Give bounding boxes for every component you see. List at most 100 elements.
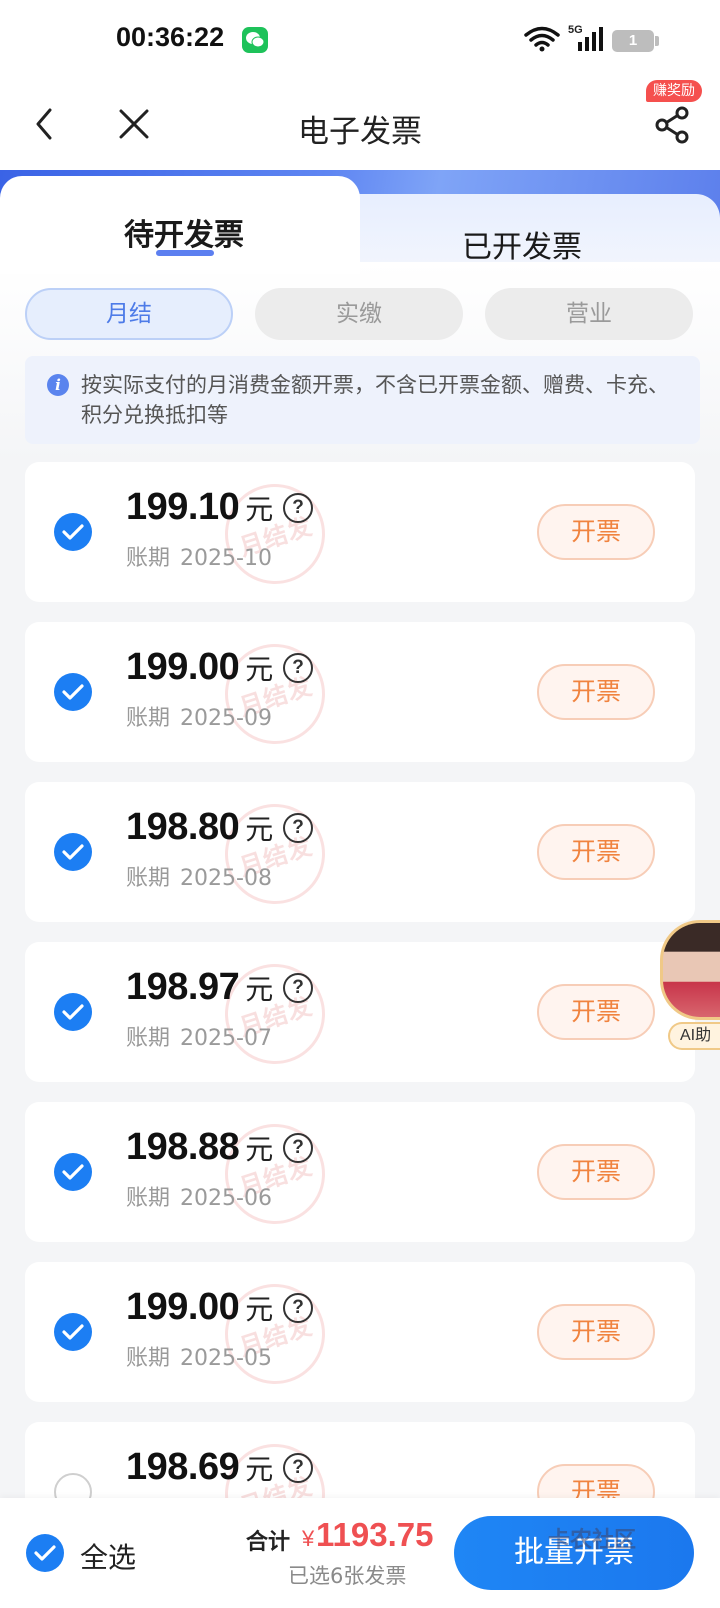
check-icon [62, 1004, 84, 1020]
bill-amount: 199.00 [126, 646, 240, 688]
share-icon[interactable] [654, 106, 692, 144]
bill-unit: 元 [245, 1293, 273, 1326]
help-icon[interactable]: ? [282, 653, 313, 683]
check-icon [34, 1545, 56, 1561]
selected-count: 已选6张发票 [288, 1564, 407, 1588]
bill-period-value: 2025-10 [180, 546, 272, 571]
bill-card[interactable]: 月结发票 198.88 元? 账期 2025-06 开票 [25, 1102, 695, 1242]
bill-unit: 元 [245, 1133, 273, 1166]
help-icon[interactable]: ? [282, 973, 313, 1003]
bill-amount-row: 198.80 元? [126, 806, 313, 849]
check-icon [62, 1324, 84, 1340]
segment-monthly[interactable]: 月结 [25, 288, 233, 340]
battery-level: 1 [628, 32, 638, 49]
info-icon: i [47, 374, 69, 396]
bill-period-value: 2025-05 [180, 1346, 272, 1371]
bill-period-label: 账期 [126, 1186, 171, 1211]
bill-card[interactable]: 月结发票 198.80 元? 账期 2025-08 开票 [25, 782, 695, 922]
issue-invoice-button[interactable]: 开票 [537, 1144, 655, 1200]
bill-checkbox[interactable] [54, 1313, 92, 1351]
bill-amount-row: 198.97 元? [126, 966, 313, 1009]
bill-period: 账期 2025-07 [126, 1020, 272, 1052]
bill-card[interactable]: 月结发票 198.97 元? 账期 2025-07 开票 [25, 942, 695, 1082]
bill-period-label: 账期 [126, 706, 171, 731]
issue-invoice-button[interactable]: 开票 [537, 824, 655, 880]
bill-amount: 198.80 [126, 806, 240, 848]
ai-assistant-float[interactable]: AI助 [660, 920, 720, 1050]
ai-assistant-label[interactable]: AI助 [668, 1022, 720, 1050]
bill-period: 账期 2025-06 [126, 1180, 272, 1212]
notice-text: 按实际支付的月消费金额开票，不含已开票金额、赠费、卡充、积分兑换抵扣等 [81, 373, 669, 427]
tab-issued[interactable]: 已开发票 [462, 222, 582, 266]
bill-amount-row: 199.00 元? [126, 646, 313, 689]
bill-period-label: 账期 [126, 1026, 171, 1051]
help-icon[interactable]: ? [282, 1293, 313, 1323]
bill-card[interactable]: 月结发票 199.00 元? 账期 2025-05 开票 [25, 1262, 695, 1402]
bill-amount-row: 198.88 元? [126, 1126, 313, 1169]
bill-checkbox[interactable] [54, 673, 92, 711]
bill-checkbox[interactable] [54, 513, 92, 551]
help-icon[interactable]: ? [282, 1453, 313, 1483]
issue-invoice-button[interactable]: 开票 [537, 1304, 655, 1360]
bill-amount: 199.10 [126, 486, 240, 528]
bill-card[interactable]: 月结发票 199.10 元? 账期 2025-10 开票 [25, 462, 695, 602]
bill-amount: 198.69 [126, 1446, 240, 1488]
bill-period-label: 账期 [126, 546, 171, 571]
reward-badge[interactable]: 赚奖励 [646, 80, 702, 102]
status-time: 00:36:22 [116, 22, 225, 52]
bottom-action-bar: 全选 合计 ¥ 1193.75 已选6张发票 批量开票 卡农社区 [0, 1498, 720, 1608]
wifi-icon [524, 26, 560, 52]
help-icon[interactable]: ? [282, 813, 313, 843]
total-currency: ¥ [302, 1526, 315, 1551]
total-label: 合计 [246, 1530, 291, 1555]
tab-pending[interactable]: 待开发票 [124, 210, 244, 254]
bill-unit: 元 [245, 493, 273, 526]
bill-period-label: 账期 [126, 866, 171, 891]
total-amount: 1193.75 [316, 1516, 434, 1553]
segment-business[interactable]: 营业 [485, 288, 693, 340]
bill-period-label: 账期 [126, 1346, 171, 1371]
bill-period: 账期 2025-10 [126, 540, 272, 572]
check-icon [62, 844, 84, 860]
watermark-logo: 卡农社区 [548, 1527, 637, 1552]
select-all-checkbox[interactable] [26, 1534, 64, 1572]
bill-period: 账期 2025-05 [126, 1340, 272, 1372]
tab-active-indicator [156, 250, 214, 256]
bill-period: 账期 2025-08 [126, 860, 272, 892]
bill-period-value: 2025-06 [180, 1186, 272, 1211]
issue-invoice-button[interactable]: 开票 [537, 504, 655, 560]
issue-invoice-button[interactable]: 开票 [537, 664, 655, 720]
bill-amount-row: 198.69 元? [126, 1446, 313, 1489]
check-icon [62, 524, 84, 540]
select-all-label[interactable]: 全选 [80, 1536, 136, 1576]
bill-period: 账期 2025-09 [126, 700, 272, 732]
page-title: 电子发票 [298, 114, 422, 150]
bill-period-value: 2025-07 [180, 1026, 272, 1051]
bill-checkbox[interactable] [54, 833, 92, 871]
bill-checkbox[interactable] [54, 1153, 92, 1191]
help-icon[interactable]: ? [282, 1133, 313, 1163]
check-icon [62, 684, 84, 700]
bill-amount-row: 199.00 元? [126, 1286, 313, 1329]
segment-actual-payment[interactable]: 实缴 [255, 288, 463, 340]
wechat-notification-icon [242, 27, 268, 53]
bill-amount: 198.97 [126, 966, 240, 1008]
issue-invoice-button[interactable]: 开票 [537, 984, 655, 1040]
bill-unit: 元 [245, 653, 273, 686]
help-icon[interactable]: ? [282, 493, 313, 523]
bill-unit: 元 [245, 813, 273, 846]
bill-amount-row: 199.10 元? [126, 486, 313, 529]
bill-amount: 198.88 [126, 1126, 240, 1168]
battery-icon: 1 [612, 30, 654, 52]
bill-period-value: 2025-09 [180, 706, 272, 731]
bill-period-value: 2025-08 [180, 866, 272, 891]
status-bar: 00:36:22 5G 1 [0, 0, 720, 80]
bill-unit: 元 [245, 973, 273, 1006]
notice-box: i 按实际支付的月消费金额开票，不含已开票金额、赠费、卡充、积分兑换抵扣等 [25, 356, 700, 444]
battery-tip [655, 36, 659, 46]
ai-assistant-avatar[interactable] [660, 920, 720, 1020]
bill-checkbox[interactable] [54, 993, 92, 1031]
bill-amount: 199.00 [126, 1286, 240, 1328]
check-icon [62, 1164, 84, 1180]
bill-card[interactable]: 月结发票 199.00 元? 账期 2025-09 开票 [25, 622, 695, 762]
